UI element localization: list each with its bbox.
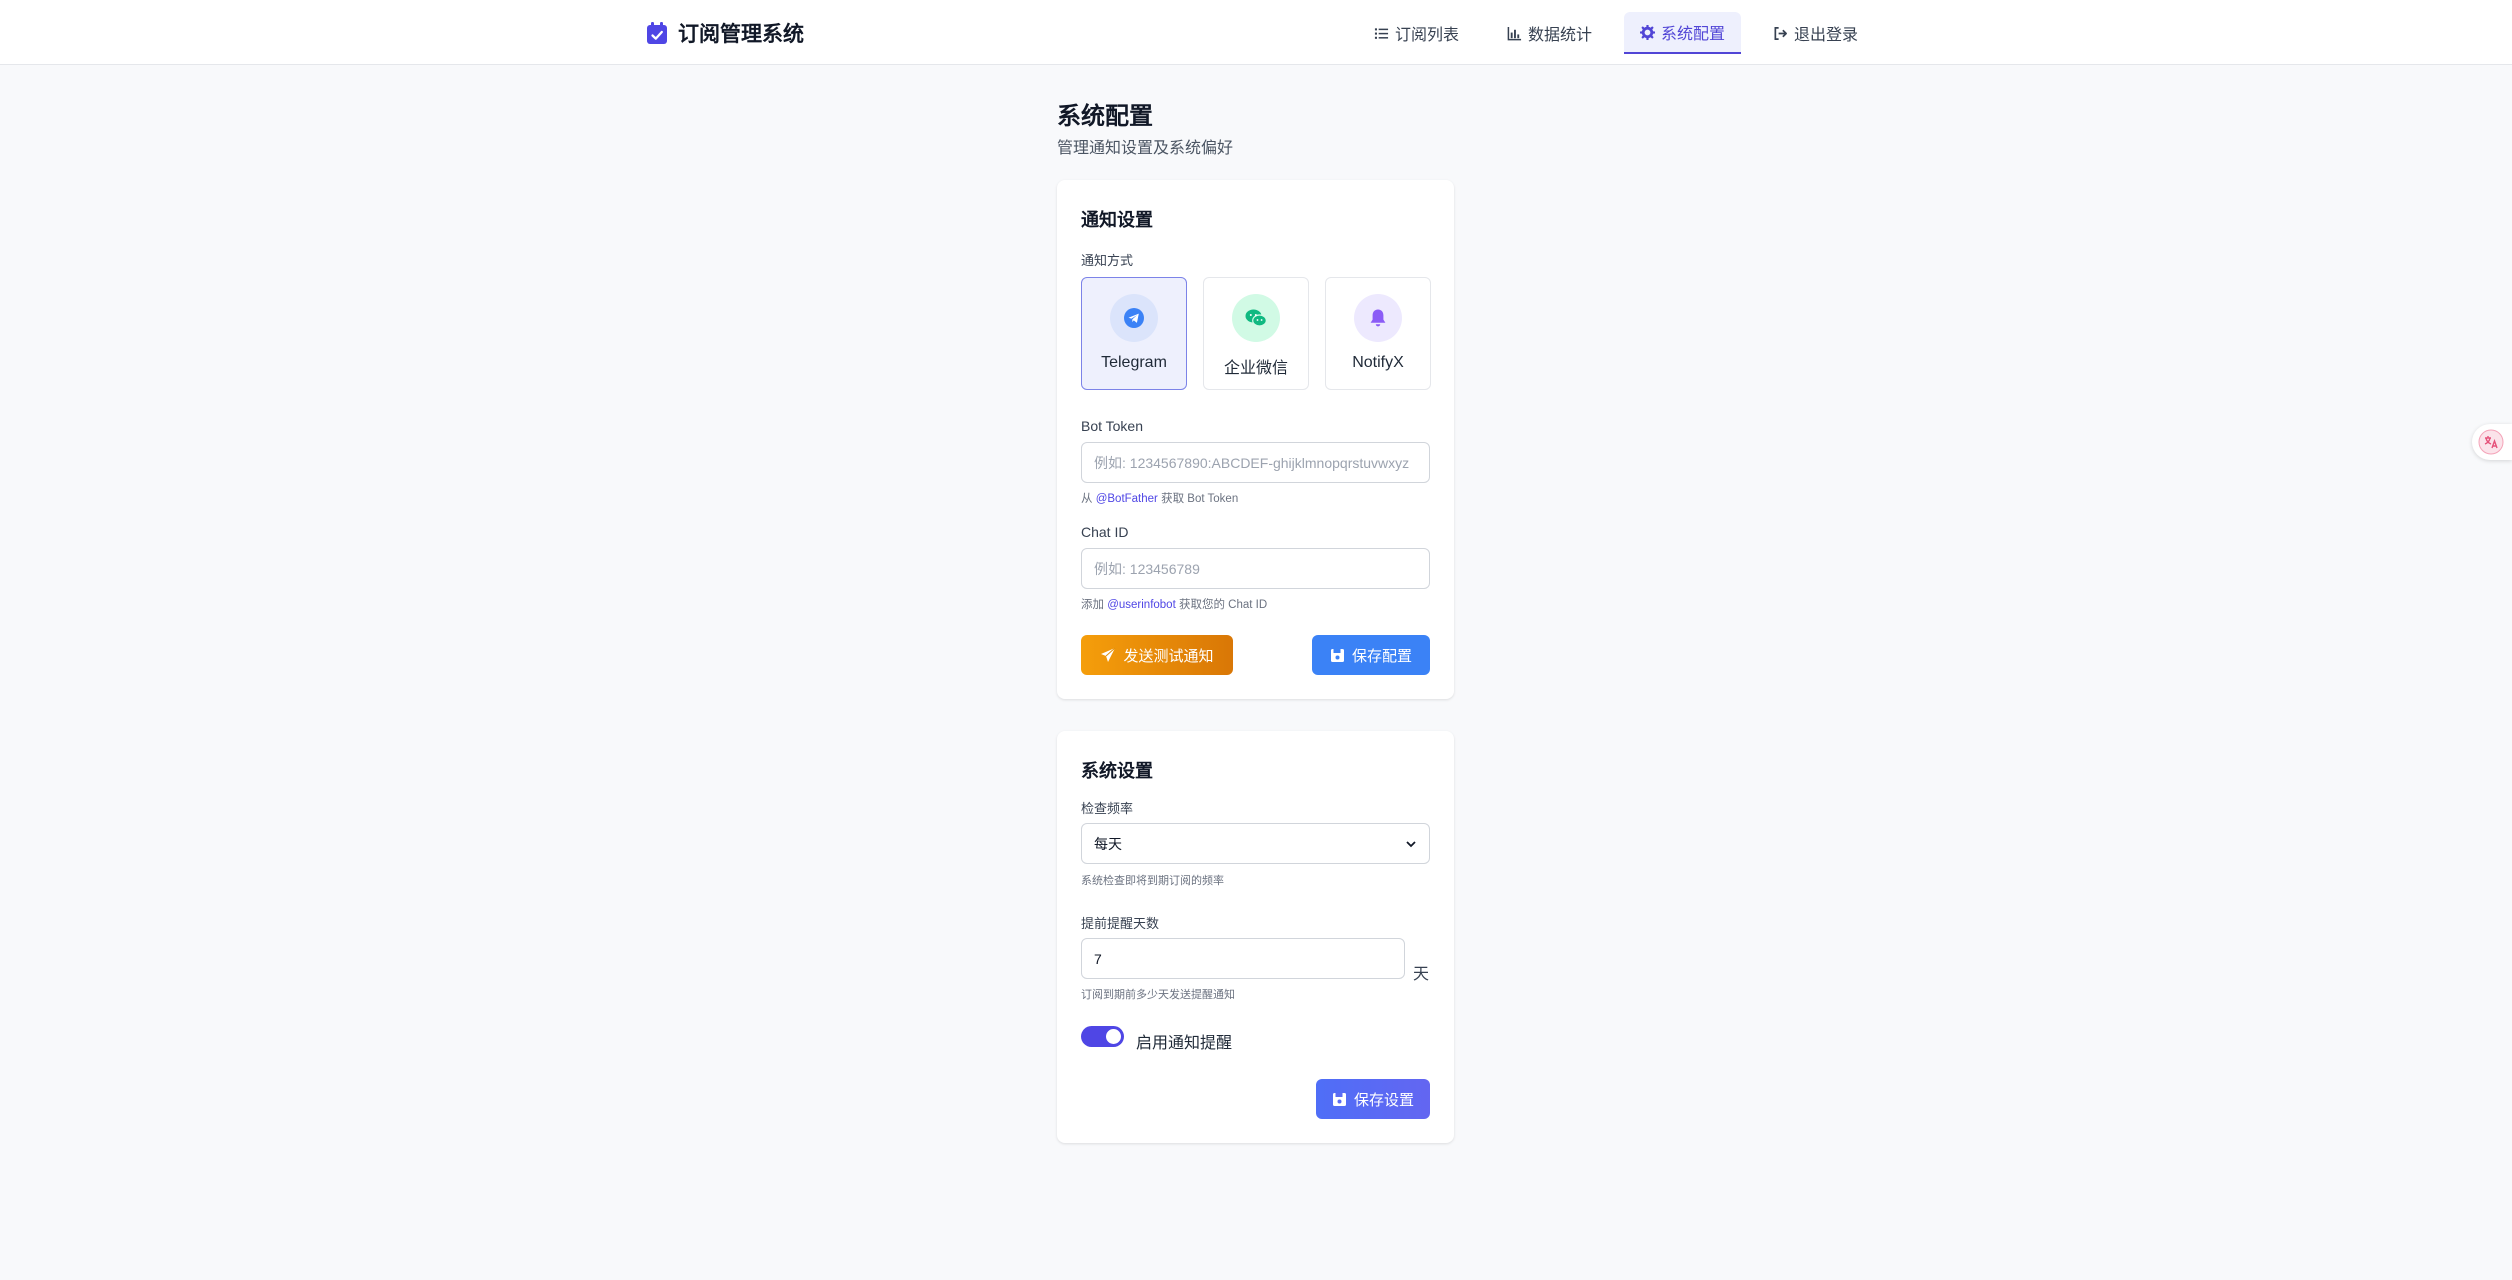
logout-icon	[1774, 26, 1788, 40]
floating-translate-button[interactable]	[2472, 424, 2512, 460]
wechat-icon	[1232, 294, 1280, 342]
paper-plane-icon	[1101, 647, 1116, 662]
chart-icon	[1507, 26, 1522, 40]
botfather-link[interactable]: @BotFather	[1096, 493, 1158, 505]
channel-selector: Telegram 企业微信 NotifyX	[1081, 277, 1431, 390]
button-label: 发送测试通知	[1123, 647, 1214, 665]
nav-label: 退出登录	[1794, 27, 1859, 44]
card-title: 系统设置	[1081, 761, 1153, 781]
nav-label: 数据统计	[1528, 27, 1593, 44]
hint-text: 从	[1081, 493, 1093, 505]
nav-label: 系统配置	[1661, 26, 1726, 43]
page-subtitle: 管理通知设置及系统偏好	[1057, 140, 1234, 157]
brand[interactable]: 订阅管理系统	[646, 18, 804, 48]
chat-id-hint: 添加 @userinfobot 获取您的 Chat ID	[1081, 596, 1267, 612]
main-nav: 订阅列表 数据统计 系统配置 退出登录	[1358, 12, 1874, 54]
nav-settings[interactable]: 系统配置	[1624, 12, 1742, 54]
nav-logout[interactable]: 退出登录	[1757, 12, 1874, 54]
list-icon	[1374, 27, 1389, 39]
userinfobot-link[interactable]: @userinfobot	[1107, 599, 1176, 611]
telegram-icon	[1110, 294, 1158, 342]
page-title: 系统配置	[1057, 103, 1153, 130]
frequency-hint: 系统检查即将到期订阅的频率	[1081, 875, 1224, 887]
gear-icon	[1640, 24, 1656, 40]
toggle-label: 启用通知提醒	[1136, 1035, 1233, 1052]
card-title: 通知设置	[1081, 210, 1153, 230]
channel-label: NotifyX	[1352, 354, 1404, 371]
hint-text: 获取您的 Chat ID	[1178, 599, 1268, 611]
system-settings-card: 系统设置 检查频率 每天 系统检查即将到期订阅的频率 提前提醒天数 天 订阅到期…	[1057, 731, 1454, 1143]
save-config-button[interactable]: 保存配置	[1312, 635, 1430, 675]
bot-token-input[interactable]	[1081, 442, 1430, 483]
chat-id-input[interactable]	[1081, 548, 1430, 589]
send-test-button[interactable]: 发送测试通知	[1081, 635, 1233, 675]
nav-label: 订阅列表	[1395, 27, 1460, 44]
bot-token-hint: 从 @BotFather 获取 Bot Token	[1081, 490, 1238, 506]
notification-settings-card: 通知设置 通知方式 Telegram 企业微信 NotifyX Bot Toke…	[1057, 180, 1454, 699]
reminder-days-input[interactable]	[1081, 938, 1405, 979]
days-unit: 天	[1413, 966, 1430, 983]
button-label: 保存设置	[1353, 1091, 1414, 1109]
enable-notification-toggle[interactable]	[1081, 1026, 1124, 1047]
button-label: 保存配置	[1351, 647, 1412, 665]
chat-id-label: Chat ID	[1081, 524, 1129, 540]
channel-label: Telegram	[1101, 354, 1167, 371]
hint-text: 获取 Bot Token	[1161, 493, 1239, 505]
hint-text: 添加	[1081, 599, 1104, 611]
channel-telegram[interactable]: Telegram	[1081, 277, 1187, 390]
app-title: 订阅管理系统	[678, 23, 804, 46]
frequency-select[interactable]: 每天	[1081, 823, 1430, 864]
channel-notifyx[interactable]: NotifyX	[1325, 277, 1431, 390]
reminder-days-label: 提前提醒天数	[1081, 916, 1160, 931]
bot-token-label: Bot Token	[1081, 418, 1144, 434]
nav-subscriptions[interactable]: 订阅列表	[1358, 12, 1475, 54]
top-navbar: 订阅管理系统 订阅列表 数据统计 系统配置 退出登录	[0, 0, 2512, 65]
save-icon	[1332, 1092, 1346, 1106]
bell-icon	[1354, 294, 1402, 342]
frequency-value: 每天	[1094, 835, 1122, 852]
save-settings-button[interactable]: 保存设置	[1316, 1079, 1430, 1119]
notify-method-label: 通知方式	[1081, 253, 1134, 268]
reminder-days-hint: 订阅到期前多少天发送提醒通知	[1081, 989, 1235, 1001]
frequency-label: 检查频率	[1081, 801, 1134, 816]
channel-wecom[interactable]: 企业微信	[1203, 277, 1309, 390]
calendar-check-icon	[647, 22, 667, 44]
nav-statistics[interactable]: 数据统计	[1491, 12, 1608, 54]
translate-icon	[2478, 429, 2504, 455]
chevron-down-icon	[1406, 840, 1416, 847]
save-icon	[1330, 648, 1344, 662]
channel-label: 企业微信	[1223, 360, 1288, 377]
